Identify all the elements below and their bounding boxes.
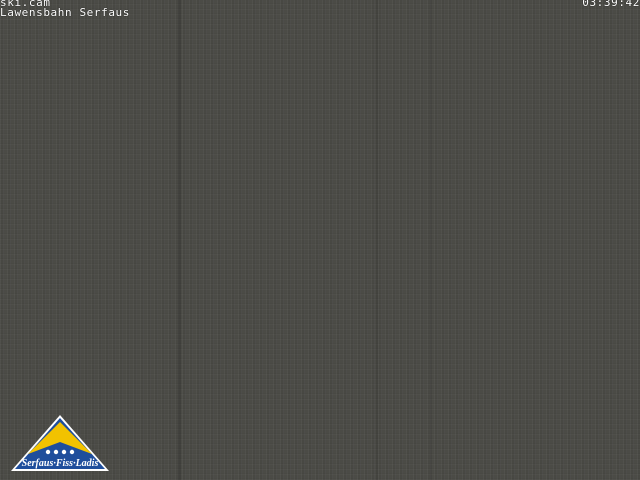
sensor-stripe (376, 0, 378, 480)
webcam-image: ski.cam Lawensbahn Serfaus 03:39:42 Serf… (0, 0, 640, 480)
serfaus-fiss-ladis-logo: Serfaus·Fiss·Ladis (10, 414, 110, 472)
webcam-location: Lawensbahn Serfaus (0, 6, 131, 19)
sensor-stripe (178, 0, 181, 480)
sensor-stripe (430, 0, 432, 480)
logo-text: Serfaus·Fiss·Ladis (21, 458, 99, 469)
webcam-timestamp: 03:39:42 (582, 0, 640, 9)
